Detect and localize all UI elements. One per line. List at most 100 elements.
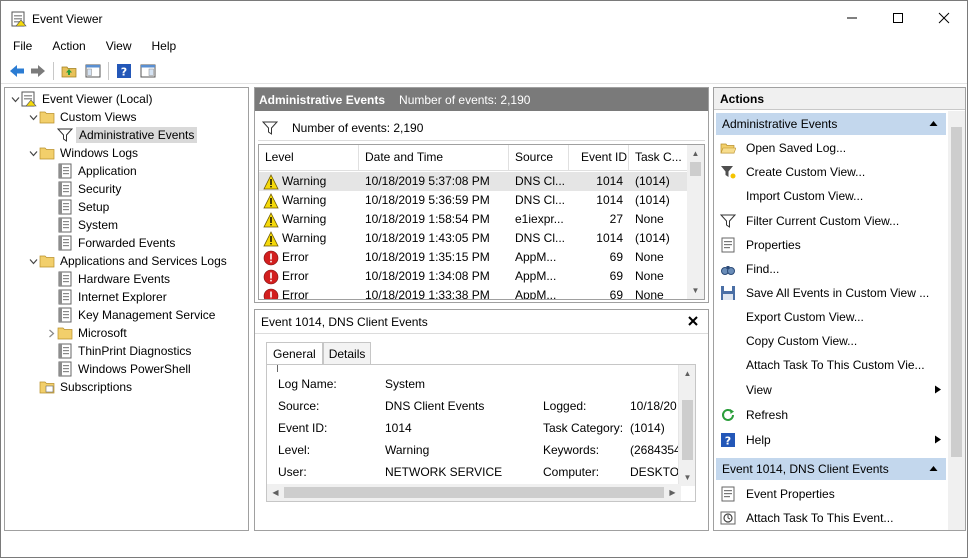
detail-title: Event 1014, DNS Client Events xyxy=(261,314,428,329)
action-open-saved-log[interactable]: Open Saved Log... xyxy=(716,136,946,160)
action-filter-current-custom-view[interactable]: Filter Current Custom View... xyxy=(716,209,946,233)
scroll-up-arrow[interactable]: ▲ xyxy=(679,365,695,382)
table-row[interactable]: Warning 10/18/2019 5:36:59 PM DNS Cl... 101… xyxy=(259,191,689,210)
menu-file[interactable]: File xyxy=(1,36,40,56)
tree-item-key-management-service[interactable]: Key Management Service xyxy=(5,306,248,324)
collapse-up-icon[interactable] xyxy=(929,119,938,130)
tree-item-label: Setup xyxy=(78,200,110,214)
cell-date: 10/18/2019 1:33:38 PM xyxy=(365,288,490,300)
tree-item-forwarded-events[interactable]: Forwarded Events xyxy=(5,234,248,252)
menu-view[interactable]: View xyxy=(94,36,140,56)
scroll-up-arrow[interactable]: ▲ xyxy=(687,145,704,162)
action-view[interactable]: View xyxy=(716,378,946,402)
tree-item-thinprint-diagnostics[interactable]: ThinPrint Diagnostics xyxy=(5,342,248,360)
tree-item-setup[interactable]: Setup xyxy=(5,198,248,216)
actions-section-header[interactable]: Event 1014, DNS Client Events xyxy=(716,458,946,480)
scroll-down-arrow[interactable]: ▼ xyxy=(687,282,704,299)
expand-spacer xyxy=(45,273,57,285)
chevron-down-icon xyxy=(29,258,37,264)
help-toolbar-button[interactable]: ? xyxy=(114,61,134,81)
event-viewer-icon xyxy=(11,11,27,27)
table-row[interactable]: Warning 10/18/2019 5:37:08 PM DNS Cl... 101… xyxy=(259,172,689,191)
column-event-id[interactable]: Event ID xyxy=(569,145,629,171)
scroll-left-arrow[interactable]: ◀ xyxy=(267,484,284,501)
table-row[interactable]: Error 10/18/2019 1:34:08 PM AppM... 69 None xyxy=(259,267,689,286)
action-help[interactable]: ? Help xyxy=(716,428,946,452)
action-properties[interactable]: Properties xyxy=(716,233,946,257)
action-find[interactable]: Find... xyxy=(716,257,946,281)
action-attach-task-to-this-custom-vie[interactable]: Attach Task To This Custom Vie... xyxy=(716,353,946,377)
expand-toggle[interactable] xyxy=(27,147,39,159)
action-import-custom-view[interactable]: Import Custom View... xyxy=(716,184,946,208)
scroll-down-arrow[interactable]: ▼ xyxy=(679,469,695,486)
detail-close-button[interactable] xyxy=(688,313,698,329)
tree-item-custom-views[interactable]: Custom Views xyxy=(5,108,248,126)
column-task-category[interactable]: Task C... xyxy=(629,145,689,171)
expand-toggle[interactable] xyxy=(27,255,39,267)
close-button[interactable] xyxy=(921,1,967,35)
cell-source: DNS Cl... xyxy=(515,193,566,207)
tree-item-hardware-events[interactable]: Hardware Events xyxy=(5,270,248,288)
tab-general[interactable]: General xyxy=(266,342,323,365)
action-refresh[interactable]: Refresh xyxy=(716,403,946,427)
tree-item-internet-explorer[interactable]: Internet Explorer xyxy=(5,288,248,306)
up-folder-button[interactable] xyxy=(59,61,79,81)
cell-level: Error xyxy=(263,267,359,286)
tree-item-application[interactable]: Application xyxy=(5,162,248,180)
forward-button[interactable] xyxy=(28,61,48,81)
table-row[interactable]: Error 10/18/2019 1:33:38 PM AppM... 69 None xyxy=(259,286,689,300)
filter-icon xyxy=(57,127,73,143)
cell-level-text: Error xyxy=(282,288,309,300)
cell-level: Error xyxy=(263,286,359,300)
cell-date: 10/18/2019 1:35:15 PM xyxy=(365,250,490,264)
tree-item-windows-powershell[interactable]: Windows PowerShell xyxy=(5,360,248,378)
maximize-button[interactable] xyxy=(875,1,921,35)
tree-item-subscriptions[interactable]: Subscriptions xyxy=(5,378,248,396)
actions-section-header[interactable]: Administrative Events xyxy=(716,113,946,135)
action-save-all-events-in-custom-view[interactable]: Save All Events in Custom View ... xyxy=(716,281,946,305)
tree-item-system[interactable]: System xyxy=(5,216,248,234)
tree-item-administrative-events[interactable]: Administrative Events xyxy=(5,126,248,144)
detail-horizontal-scrollbar[interactable]: ◀ ▶ xyxy=(267,484,681,501)
tab-details[interactable]: Details xyxy=(322,342,372,364)
detail-vertical-scrollbar[interactable]: ▲ ▼ xyxy=(678,365,695,486)
tree-item-microsoft[interactable]: Microsoft xyxy=(5,324,248,342)
table-row[interactable]: Error 10/18/2019 1:35:15 PM AppM... 69 None xyxy=(259,248,689,267)
detail-label: Keywords: xyxy=(543,443,600,457)
tree-item-event-viewer-local-[interactable]: Event Viewer (Local) xyxy=(5,90,248,108)
action-event-properties[interactable]: Event Properties xyxy=(716,482,946,506)
collapse-up-icon[interactable] xyxy=(929,464,938,475)
cell-level-text: Warning xyxy=(282,193,327,207)
action-attach-task-to-this-event[interactable]: Attach Task To This Event... xyxy=(716,506,946,530)
help-icon: ? xyxy=(117,64,131,79)
actions-vertical-scrollbar[interactable] xyxy=(948,111,965,530)
menu-help[interactable]: Help xyxy=(140,36,185,56)
show-hide-console-tree-button[interactable] xyxy=(83,61,103,81)
tree-item-security[interactable]: Security xyxy=(5,180,248,198)
log-icon xyxy=(57,181,73,197)
expand-toggle[interactable] xyxy=(9,93,21,105)
cell-event-id: 1014 xyxy=(596,231,623,245)
events-vertical-scrollbar[interactable]: ▲ ▼ xyxy=(687,145,704,299)
column-date-time[interactable]: Date and Time xyxy=(359,145,509,171)
tree-item-applications-and-services-logs[interactable]: Applications and Services Logs xyxy=(5,252,248,270)
cell-date: 10/18/2019 5:37:08 PM xyxy=(365,174,490,188)
column-source[interactable]: Source xyxy=(509,145,569,171)
menu-action[interactable]: Action xyxy=(40,36,93,56)
chevron-down-icon xyxy=(29,114,37,120)
table-row[interactable]: Warning 10/18/2019 1:43:05 PM DNS Cl... 101… xyxy=(259,229,689,248)
back-button[interactable] xyxy=(7,61,27,81)
minimize-button[interactable] xyxy=(829,1,875,35)
scroll-right-arrow[interactable]: ▶ xyxy=(664,484,681,501)
tree-item-windows-logs[interactable]: Windows Logs xyxy=(5,144,248,162)
filter-bar: Number of events: 2,190 xyxy=(258,115,705,141)
column-level[interactable]: Level xyxy=(259,145,359,171)
expand-toggle[interactable] xyxy=(27,111,39,123)
action-export-custom-view[interactable]: Export Custom View... xyxy=(716,305,946,329)
show-hide-action-pane-button[interactable] xyxy=(138,61,158,81)
action-create-custom-view[interactable]: Create Custom View... xyxy=(716,160,946,184)
expand-toggle[interactable] xyxy=(45,327,57,339)
action-copy-custom-view[interactable]: Copy Custom View... xyxy=(716,329,946,353)
cell-date: 10/18/2019 1:43:05 PM xyxy=(365,231,490,245)
table-row[interactable]: Warning 10/18/2019 1:58:54 PM e1iexpr... 27… xyxy=(259,210,689,229)
